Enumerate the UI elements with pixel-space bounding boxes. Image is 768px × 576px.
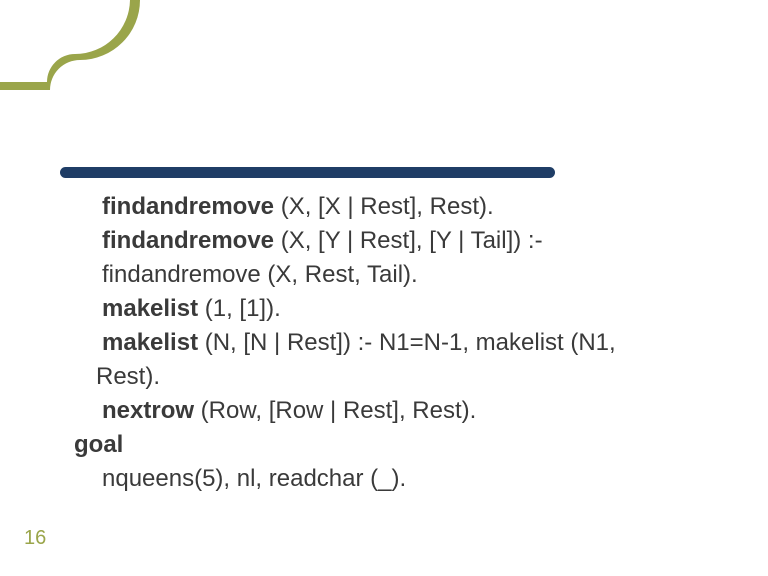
page-number: 16: [24, 527, 46, 550]
keyword: findandremove: [102, 193, 274, 220]
code-text: (1, [1]).: [198, 295, 281, 322]
code-line: nqueens(5), nl, readchar (_).: [74, 464, 708, 494]
code-line: makelist (N, [N | Rest]) :- N1=N-1, make…: [74, 328, 708, 358]
slide-body: findandremove (X, [X | Rest], Rest). fin…: [74, 192, 708, 498]
code-line: findandremove (X, Rest, Tail).: [74, 260, 708, 290]
slide: findandremove (X, [X | Rest], Rest). fin…: [0, 0, 768, 576]
decorative-corner: [0, 0, 150, 90]
code-line: nextrow (Row, [Row | Rest], Rest).: [74, 396, 708, 426]
code-line: findandremove (X, [X | Rest], Rest).: [74, 192, 708, 222]
code-text: (X, [X | Rest], Rest).: [274, 193, 494, 220]
code-line: Rest).: [74, 362, 708, 392]
code-text: nqueens(5), nl, readchar (_).: [102, 465, 406, 492]
code-text: Rest).: [96, 363, 160, 390]
keyword: nextrow: [102, 397, 194, 424]
code-text: (N, [N | Rest]) :- N1=N-1, makelist (N1,: [198, 329, 616, 356]
code-line: goal: [74, 430, 708, 460]
keyword: findandremove: [102, 227, 274, 254]
code-text: (Row, [Row | Rest], Rest).: [194, 397, 476, 424]
keyword: makelist: [102, 295, 198, 322]
title-divider-bar: [60, 167, 555, 178]
code-text: (X, [Y | Rest], [Y | Tail]) :-: [274, 227, 543, 254]
code-line: findandremove (X, [Y | Rest], [Y | Tail]…: [74, 226, 708, 256]
code-text: findandremove (X, Rest, Tail).: [102, 261, 418, 288]
code-line: makelist (1, [1]).: [74, 294, 708, 324]
keyword: goal: [74, 431, 123, 458]
keyword: makelist: [102, 329, 198, 356]
